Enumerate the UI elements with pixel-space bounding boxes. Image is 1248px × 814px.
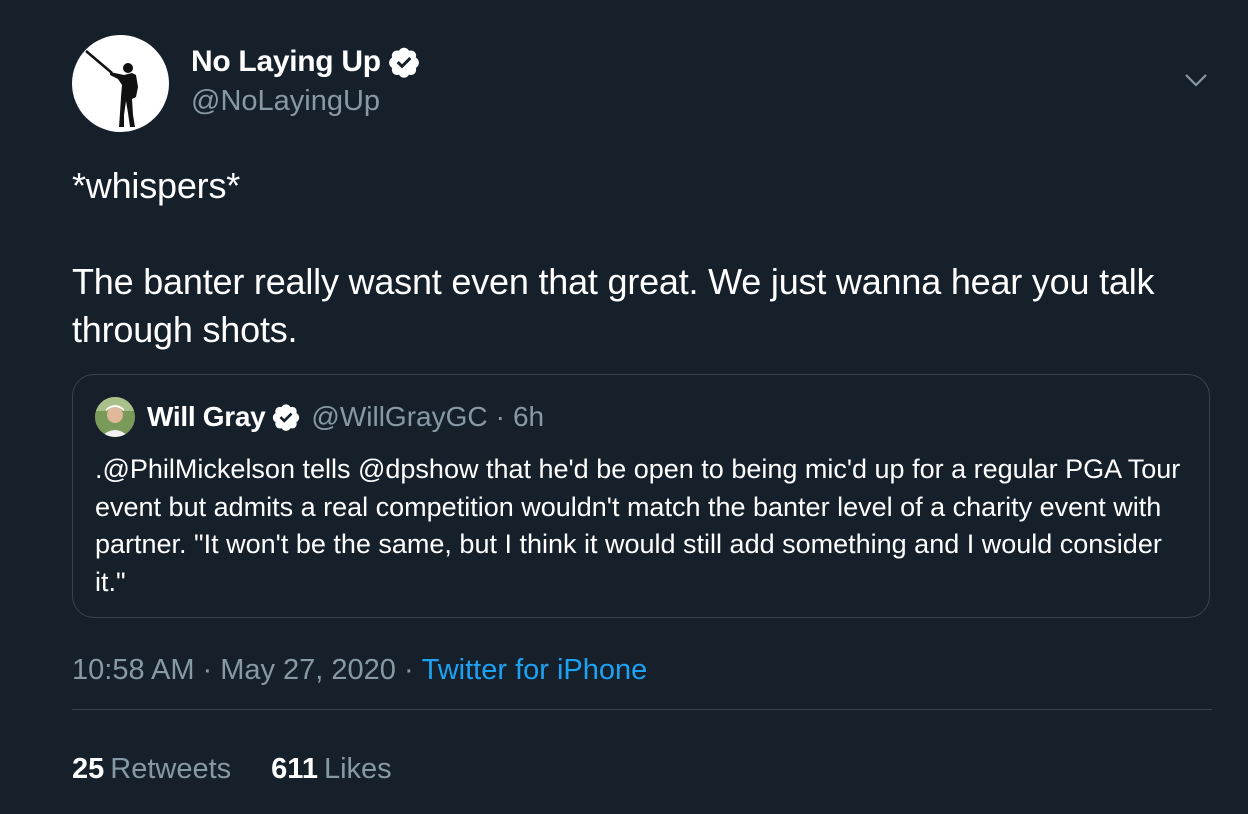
divider bbox=[72, 709, 1212, 710]
quoted-tweet-header: Will Gray @WillGrayGC · 6h bbox=[95, 397, 544, 437]
likes-count: 611 bbox=[271, 753, 318, 785]
retweets-label: Retweets bbox=[110, 753, 232, 785]
dot-separator: · bbox=[403, 654, 414, 686]
tweet-text: *whispers* The banter really wasnt even … bbox=[72, 165, 1155, 350]
author-name-text: No Laying Up bbox=[191, 45, 381, 78]
author-avatar[interactable] bbox=[72, 35, 169, 132]
quoted-author-name: Will Gray bbox=[147, 401, 266, 432]
likes-stat[interactable]: 611 Likes bbox=[271, 749, 392, 789]
golfer-silhouette-icon bbox=[85, 50, 138, 127]
tweet-date[interactable]: May 27, 2020 bbox=[220, 654, 396, 686]
tweet-source-link[interactable]: Twitter for iPhone bbox=[422, 654, 648, 686]
verified-badge-icon bbox=[388, 47, 419, 78]
author-handle[interactable]: @NoLayingUp bbox=[191, 83, 380, 119]
quoted-author-avatar bbox=[95, 397, 135, 437]
dot-separator: · bbox=[495, 401, 505, 432]
tweet-meta: 10:58 AM · May 27, 2020 · Twitter for iPhone bbox=[72, 648, 647, 692]
author-display-name[interactable]: No Laying Up bbox=[191, 44, 421, 80]
chevron-down-icon[interactable] bbox=[1181, 68, 1211, 92]
likes-label: Likes bbox=[323, 753, 392, 785]
quoted-author-handle: @WillGrayGC bbox=[311, 401, 488, 432]
retweets-count: 25 bbox=[72, 753, 105, 785]
quoted-tweet-time: 6h bbox=[512, 401, 545, 432]
tweet-stats: 25 Retweets 611 Likes bbox=[72, 749, 432, 789]
tweet-time[interactable]: 10:58 AM bbox=[72, 654, 195, 686]
quoted-tweet-card[interactable]: Will Gray @WillGrayGC · 6h .@PhilMickels… bbox=[72, 374, 1210, 618]
verified-badge-icon bbox=[273, 404, 300, 431]
person-avatar-icon bbox=[95, 397, 135, 437]
quoted-tweet-text: .@PhilMickelson tells @dpshow that he'd … bbox=[95, 454, 1181, 597]
retweets-stat[interactable]: 25 Retweets bbox=[72, 749, 231, 789]
dot-separator: · bbox=[202, 654, 213, 686]
